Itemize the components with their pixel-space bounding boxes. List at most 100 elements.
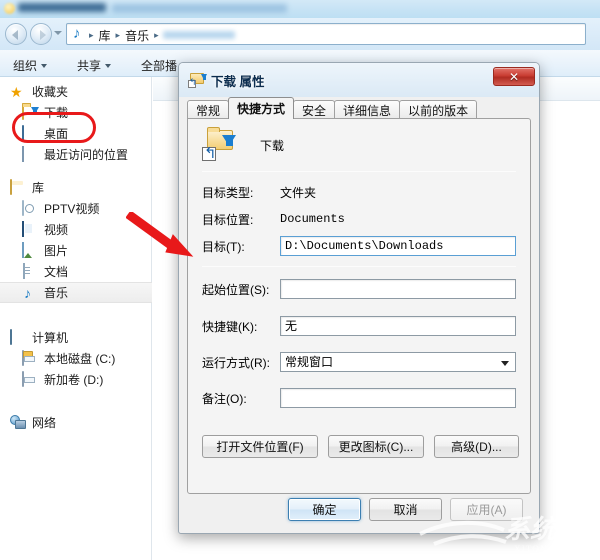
shortcut-folder-download-icon (188, 71, 207, 88)
navpane-group-favorites: ★ 收藏夹 下载 桌面 最近访问的位置 (0, 81, 152, 165)
breadcrumb-blurred-tail (162, 31, 235, 39)
field-target-location: 目标位置: Documents (202, 208, 516, 230)
field-comment: 备注(O): (202, 387, 516, 409)
tab-security[interactable]: 安全 (293, 100, 336, 119)
downloads-folder-icon (22, 103, 39, 121)
recent-locations-dropdown-icon[interactable] (54, 31, 62, 35)
tab-previous-versions[interactable]: 以前的版本 (399, 100, 478, 119)
tabpanel-shortcut: 下载 目标类型: 文件夹 目标位置: Documents 目标(T): D:\D… (187, 118, 531, 494)
sidebar-item-pptv[interactable]: PPTV视频 (0, 198, 152, 219)
sidebar-item-pictures[interactable]: 图片 (0, 240, 152, 261)
navpane-group-libraries: 库 PPTV视频 视频 图片 文档 ♪ 音乐 (0, 177, 152, 303)
shortcut-header: 下载 (202, 127, 284, 161)
start-in-input[interactable] (280, 279, 516, 299)
advanced-button[interactable]: 高级(D)... (434, 435, 519, 458)
toolbar-playall-label: 全部播 (141, 59, 178, 73)
divider-middle (202, 266, 516, 267)
desktop-icon (22, 124, 38, 142)
field-run: 运行方式(R): 常规窗口 (202, 351, 516, 373)
field-target: 目标(T): D:\Documents\Downloads (202, 235, 516, 257)
sidebar-label-pictures: 图片 (44, 244, 69, 258)
action-button-row: 打开文件位置(F) 更改图标(C)... 高级(D)... (202, 435, 519, 458)
music-icon: ♪ (24, 284, 31, 301)
picture-icon (22, 241, 38, 259)
tab-general[interactable]: 常规 (187, 100, 230, 119)
sidebar-item-volume-d[interactable]: 新加卷 (D:) (0, 369, 152, 390)
sidebar-label-recent-places: 最近访问的位置 (44, 148, 129, 162)
titlebar-blurred-subtitle (112, 4, 287, 13)
toolbar-share-button[interactable]: 共享 (72, 56, 116, 75)
open-file-location-button[interactable]: 打开文件位置(F) (202, 435, 318, 458)
navigation-pane: ★ 收藏夹 下载 桌面 最近访问的位置 库 PPTV视频 视频 图片 文档 ♪ … (0, 77, 152, 560)
sidebar-label-documents: 文档 (44, 265, 69, 279)
navpane-label-computer: 计算机 (32, 331, 69, 345)
field-start-in: 起始位置(S): (202, 278, 516, 300)
tab-shortcut[interactable]: 快捷方式 (228, 97, 295, 119)
sidebar-item-videos[interactable]: 视频 (0, 219, 152, 240)
shortcut-folder-download-large-icon (202, 127, 236, 161)
ok-button[interactable]: 确定 (288, 498, 361, 521)
sidebar-label-downloads: 下载 (44, 106, 69, 120)
forward-button[interactable] (30, 23, 52, 45)
sidebar-label-music: 音乐 (44, 286, 69, 300)
apply-button: 应用(A) (450, 498, 523, 521)
music-note-icon (72, 25, 87, 43)
label-target-location: 目标位置: (202, 212, 254, 227)
video-icon (22, 220, 38, 238)
recent-places-icon (22, 145, 38, 163)
explorer-titlebar (0, 0, 600, 18)
label-target-type: 目标类型: (202, 185, 254, 200)
label-target: 目标(T): (202, 239, 245, 254)
sidebar-item-music[interactable]: ♪ 音乐 (0, 282, 152, 303)
breadcrumb-item-library[interactable]: 库 (95, 27, 115, 44)
document-icon (22, 262, 38, 280)
navpane-label-libraries: 库 (32, 181, 45, 195)
navpane-label-network: 网络 (32, 416, 57, 430)
value-target-location: Documents (280, 212, 345, 226)
target-input[interactable]: D:\Documents\Downloads (280, 236, 516, 256)
sidebar-label-pptv: PPTV视频 (44, 202, 100, 216)
sidebar-label-videos: 视频 (44, 223, 69, 237)
breadcrumb-item-music[interactable]: 音乐 (121, 27, 153, 44)
titlebar-blurred-title (18, 3, 106, 12)
comment-input[interactable] (280, 388, 516, 408)
sidebar-label-desktop: 桌面 (44, 127, 69, 141)
toolbar-playall-button[interactable]: 全部播 (136, 56, 182, 75)
dialog-footer-buttons: 确定 取消 应用(A) (288, 498, 523, 521)
dialog-tabstrip: 常规 快捷方式 安全 详细信息 以前的版本 (187, 97, 478, 119)
navpane-header-favorites[interactable]: ★ 收藏夹 (0, 81, 152, 102)
run-combobox[interactable]: 常规窗口 (280, 352, 516, 372)
label-comment: 备注(O): (202, 391, 247, 406)
address-bar[interactable]: ▸ 库 ▸ 音乐 ▸ (66, 23, 586, 45)
volume-icon (22, 370, 38, 388)
sidebar-label-volume-d: 新加卷 (D:) (44, 373, 104, 387)
back-button[interactable] (5, 23, 27, 45)
navpane-header-libraries[interactable]: 库 (0, 177, 152, 198)
navpane-header-computer[interactable]: 计算机 (0, 327, 152, 348)
sidebar-item-local-disk-c[interactable]: 本地磁盘 (C:) (0, 348, 152, 369)
navpane-label-favorites: 收藏夹 (32, 85, 69, 99)
titlebar-app-icon (4, 3, 15, 14)
label-run: 运行方式(R): (202, 355, 270, 370)
dialog-titlebar[interactable]: 下载 属性 ✕ (179, 63, 539, 97)
pptv-icon (22, 199, 38, 217)
sidebar-item-desktop[interactable]: 桌面 (0, 123, 152, 144)
sidebar-item-downloads[interactable]: 下载 (0, 102, 152, 123)
navpane-group-computer: 计算机 本地磁盘 (C:) 新加卷 (D:) (0, 327, 152, 390)
sidebar-item-network[interactable]: 网络 (0, 412, 152, 433)
sidebar-item-recent-places[interactable]: 最近访问的位置 (0, 144, 152, 165)
sidebar-label-local-disk-c: 本地磁盘 (C:) (44, 352, 116, 366)
change-icon-button[interactable]: 更改图标(C)... (328, 435, 424, 458)
toolbar-organize-button[interactable]: 组织 (8, 56, 52, 75)
cancel-button[interactable]: 取消 (369, 498, 442, 521)
shortcut-key-input[interactable]: 无 (280, 316, 516, 336)
navpane-group-network: 网络 (0, 412, 152, 433)
field-target-type: 目标类型: 文件夹 (202, 181, 516, 203)
close-icon[interactable]: ✕ (493, 67, 535, 86)
breadcrumb: ▸ 库 ▸ 音乐 ▸ (72, 25, 235, 44)
star-icon: ★ (10, 83, 23, 100)
tab-details[interactable]: 详细信息 (334, 100, 401, 119)
sidebar-item-documents[interactable]: 文档 (0, 261, 152, 282)
divider-top (202, 171, 516, 172)
label-start-in: 起始位置(S): (202, 282, 270, 297)
